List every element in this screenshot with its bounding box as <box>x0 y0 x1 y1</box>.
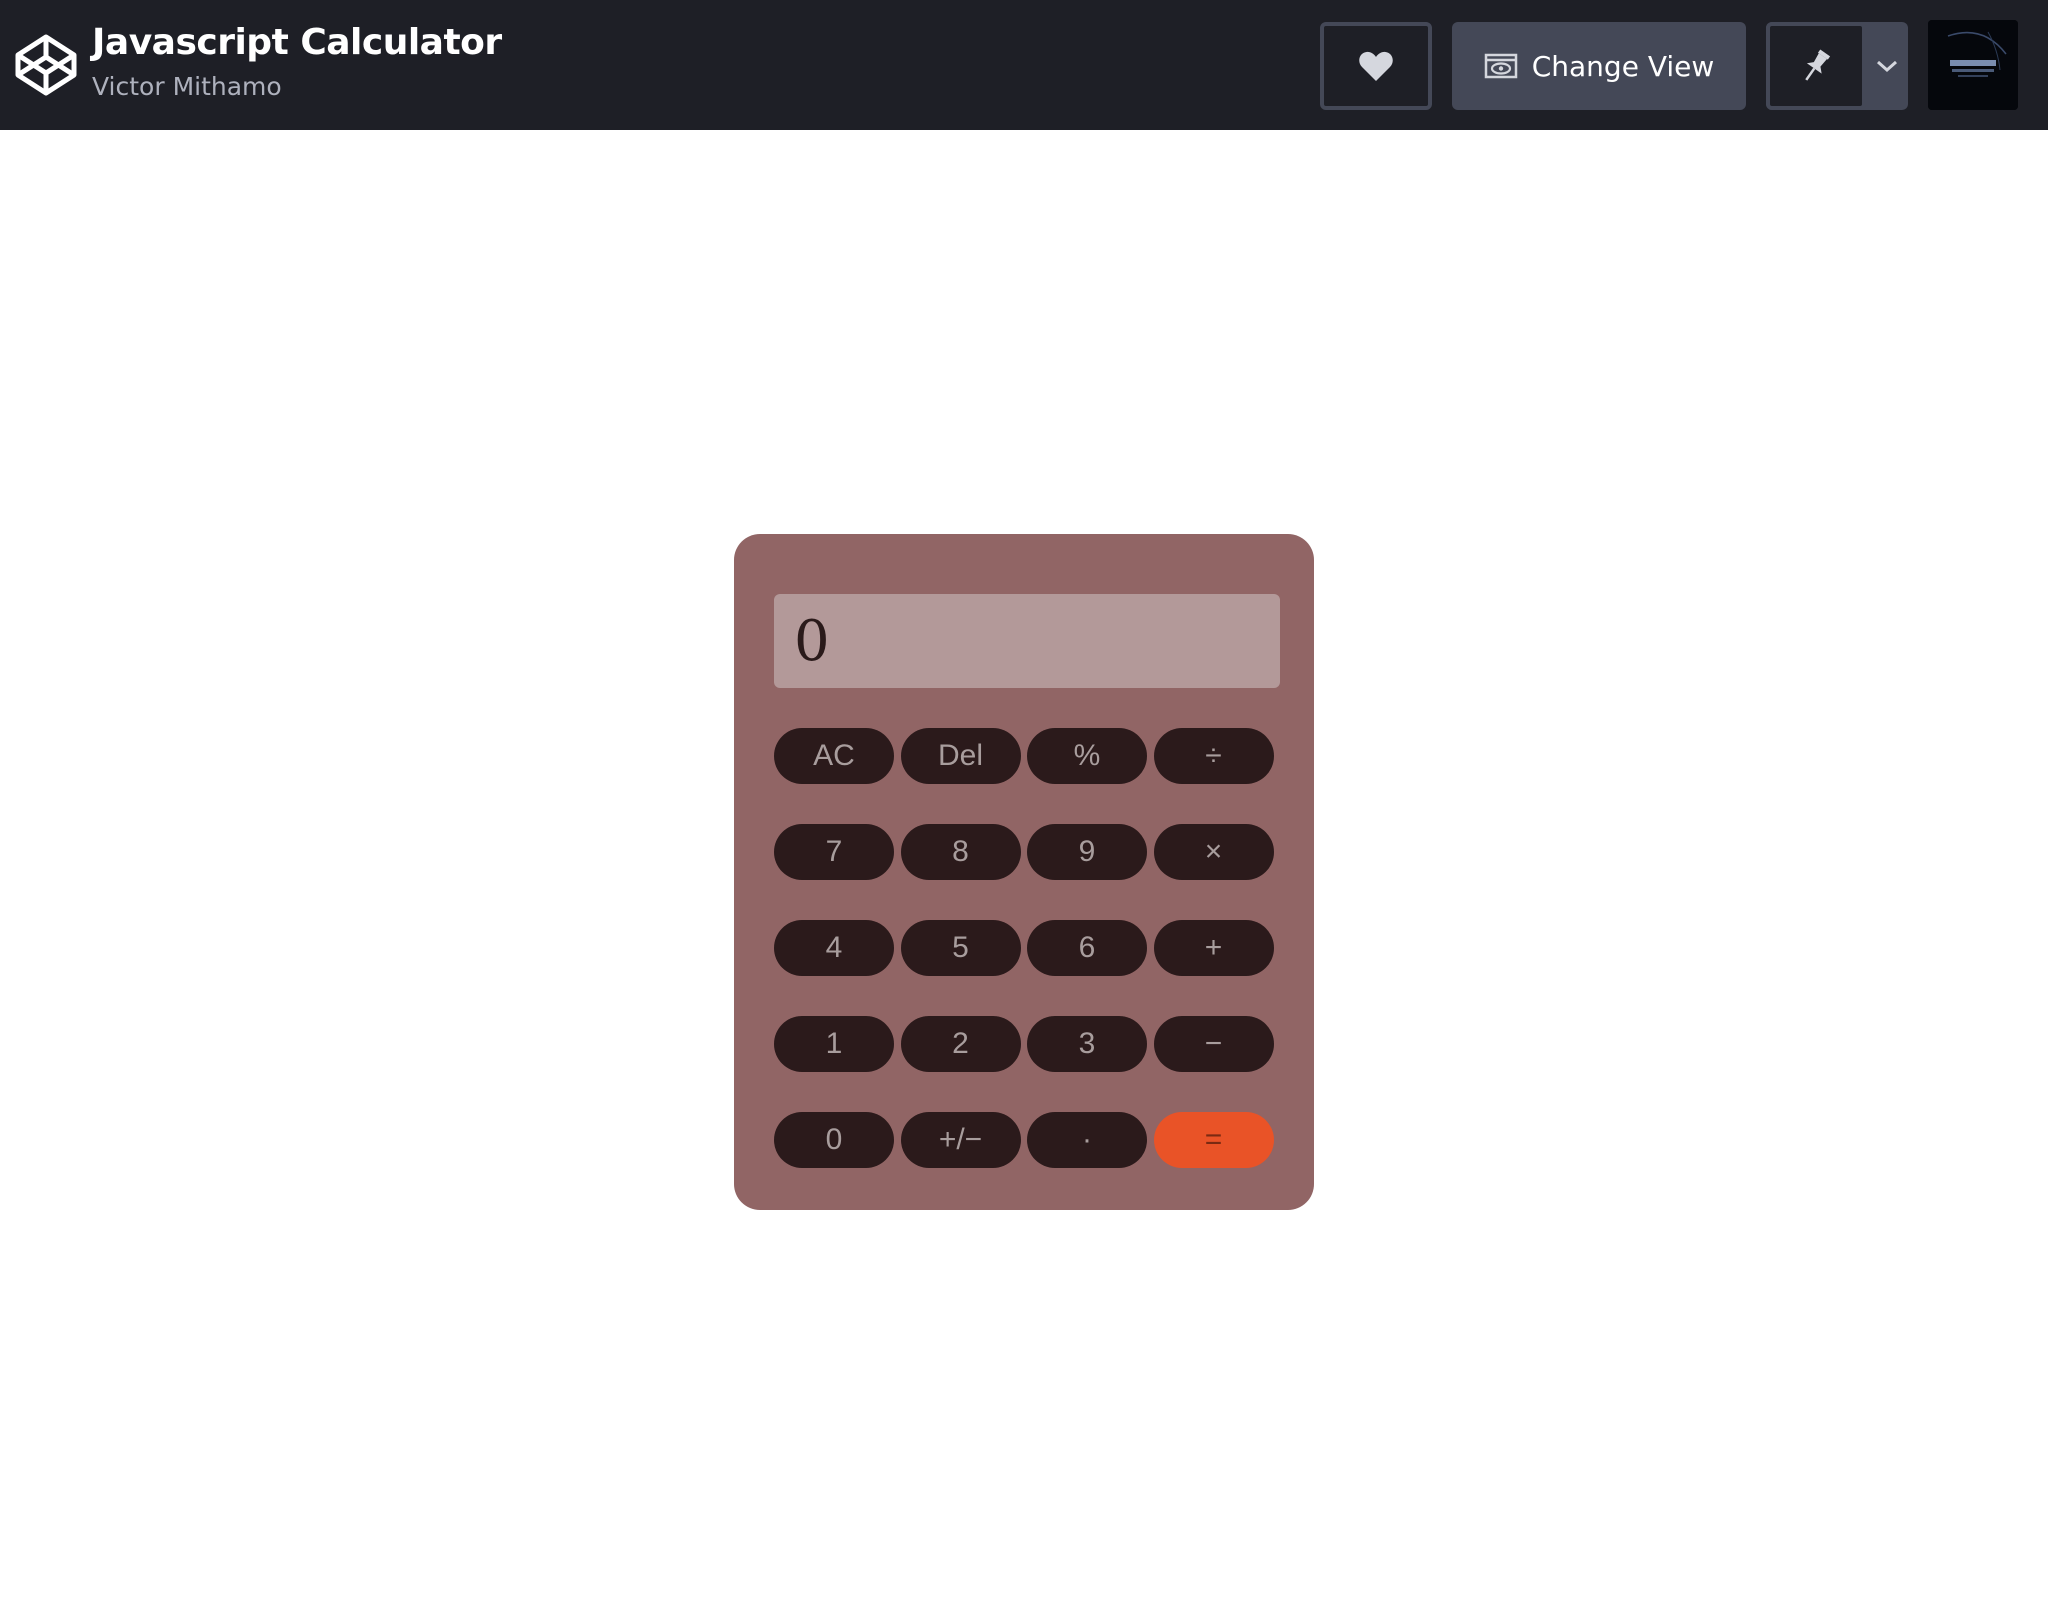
multiply-key[interactable]: × <box>1153 824 1274 880</box>
subtract-key[interactable]: − <box>1153 1016 1274 1072</box>
digit-6-key[interactable]: 6 <box>1027 920 1147 976</box>
heart-icon <box>1359 51 1393 81</box>
digit-9-key[interactable]: 9 <box>1027 824 1147 880</box>
add-key[interactable]: + <box>1153 920 1274 976</box>
pin-button[interactable] <box>1766 22 1866 110</box>
all-clear-key[interactable]: AC <box>774 728 894 784</box>
digit-0-key[interactable]: 0 <box>774 1112 894 1168</box>
toggle-sign-key[interactable]: +/− <box>900 1112 1021 1168</box>
pin-button-group <box>1766 22 1908 110</box>
love-button[interactable] <box>1320 22 1432 110</box>
delete-key[interactable]: Del <box>900 728 1021 784</box>
digit-5-key[interactable]: 5 <box>900 920 1021 976</box>
divide-key[interactable]: ÷ <box>1153 728 1274 784</box>
pin-dropdown-toggle[interactable] <box>1866 22 1908 110</box>
digit-4-key[interactable]: 4 <box>774 920 894 976</box>
pen-title[interactable]: Javascript Calculator <box>92 20 502 66</box>
pin-icon <box>1805 49 1831 81</box>
equals-key[interactable]: = <box>1153 1112 1274 1168</box>
chevron-down-icon <box>1877 60 1897 73</box>
digit-7-key[interactable]: 7 <box>774 824 894 880</box>
user-avatar[interactable] <box>1928 20 2018 110</box>
calculator-display: 0 <box>774 594 1280 688</box>
change-view-button[interactable]: Change View <box>1452 22 1746 110</box>
digit-1-key[interactable]: 1 <box>774 1016 894 1072</box>
pen-title-block: Javascript Calculator Victor Mithamo <box>92 20 502 104</box>
calculator: 0 AC Del% ÷ 7 8 9 × 4 5 6 +1 2 3−0 +/− · = <box>734 534 1314 1210</box>
change-view-label: Change View <box>1531 49 1715 83</box>
decimal-key[interactable]: · <box>1027 1112 1147 1168</box>
eye-window-icon <box>1484 53 1517 79</box>
percent-key[interactable]: % <box>1027 728 1147 784</box>
digit-8-key[interactable]: 8 <box>900 824 1021 880</box>
pen-header: Javascript Calculator Victor Mithamo Cha… <box>0 0 2048 130</box>
codepen-logo-icon[interactable] <box>14 33 78 97</box>
pen-author[interactable]: Victor Mithamo <box>92 70 502 104</box>
digit-3-key[interactable]: 3 <box>1027 1016 1147 1072</box>
digit-2-key[interactable]: 2 <box>900 1016 1021 1072</box>
keypad: AC Del% ÷ 7 8 9 × 4 5 6 +1 2 3− 0 +/− · = <box>774 728 1274 1168</box>
